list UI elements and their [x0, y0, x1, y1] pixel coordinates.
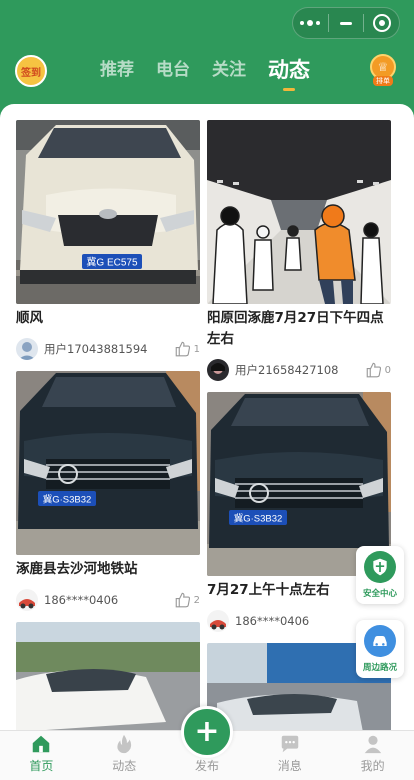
safety-center-button[interactable]: 安全中心: [356, 546, 404, 604]
minimize-button[interactable]: [329, 21, 364, 25]
ranking-badge-label: 排单: [373, 76, 393, 86]
like-count: 0: [384, 364, 391, 376]
feed-sheet: 冀G EC575 顺风 用户17043881594 1 冀G·S3B32 涿鹿县…: [0, 104, 414, 730]
nav-messages-label: 消息: [277, 759, 302, 773]
nearby-traffic-label: 周边路况: [362, 663, 397, 673]
nav-home-label: 首页: [29, 759, 54, 773]
username[interactable]: 用户21658427108: [235, 362, 365, 378]
plus-icon: +: [194, 714, 220, 749]
nav-home[interactable]: 首页: [0, 731, 83, 780]
feed-column-left: 冀G EC575 顺风 用户17043881594 1 冀G·S3B32 涿鹿县…: [16, 120, 200, 730]
card-meta: 用户21658427108 0: [207, 358, 391, 382]
ranking-badge-icon[interactable]: ♕ 排单: [368, 54, 398, 88]
signin-calendar-icon[interactable]: 签到: [15, 55, 47, 87]
user-icon: [364, 735, 381, 754]
more-dots-icon: [300, 20, 321, 26]
card-title: 顺风: [16, 310, 43, 326]
license-plate-text: 冀G·S3B32: [43, 494, 92, 506]
feed-card[interactable]: [16, 622, 200, 730]
comic-photo[interactable]: [207, 120, 391, 304]
close-button[interactable]: [364, 14, 399, 32]
tab-dynamic[interactable]: 动态: [268, 56, 310, 91]
feed-card[interactable]: 冀G·S3B32 涿鹿县去沙河地铁站 186****0406 2: [16, 371, 200, 612]
avatar[interactable]: [16, 338, 38, 360]
car-photo[interactable]: 冀G·S3B32: [16, 371, 200, 555]
avatar[interactable]: [16, 589, 38, 611]
tab-following[interactable]: 关注: [212, 56, 246, 84]
license-plate-text: 冀G EC575: [86, 256, 138, 269]
card-meta: 用户17043881594 1: [16, 337, 200, 361]
card-title: 涿鹿县去沙河地铁站: [16, 561, 138, 577]
nav-profile-label: 我的: [360, 759, 385, 773]
fire-icon: [117, 734, 132, 754]
feed-card[interactable]: 阳原回涿鹿7月27日下午四点左右 用户21658427108 0: [207, 120, 391, 382]
tab-recommend[interactable]: 推荐: [100, 56, 134, 84]
car-photo[interactable]: 冀G EC575: [16, 120, 200, 304]
signin-icon-label: 签到: [21, 67, 41, 79]
like-button[interactable]: 2: [174, 591, 200, 609]
card-meta: 186****0406 2: [16, 588, 200, 612]
thumbs-up-icon: [175, 592, 190, 608]
nearby-traffic-button[interactable]: 周边路况: [356, 620, 404, 678]
shield-icon: [364, 551, 396, 583]
more-menu-button[interactable]: [293, 20, 328, 26]
chat-icon: [281, 735, 299, 753]
car-icon: [364, 625, 396, 657]
license-plate-text: 冀G·S3B32: [234, 513, 283, 525]
tab-radio[interactable]: 电台: [156, 56, 190, 84]
avatar[interactable]: [207, 610, 229, 632]
feed-card[interactable]: 冀G EC575 顺风 用户17043881594 1: [16, 120, 200, 361]
nav-messages[interactable]: 消息: [248, 731, 331, 780]
publish-plus-button[interactable]: +: [181, 706, 233, 758]
thumbs-up-icon: [175, 341, 190, 357]
like-count: 1: [193, 343, 200, 355]
nav-dynamic-label: 动态: [112, 759, 137, 773]
avatar[interactable]: [207, 359, 229, 381]
app-header: 签到 推荐 电台 关注 动态 ♕ 排单: [0, 0, 414, 112]
safety-center-label: 安全中心: [362, 589, 397, 599]
card-title: 阳原回涿鹿7月27日下午四点左右: [207, 310, 384, 347]
target-icon: [372, 14, 391, 32]
home-icon: [33, 735, 50, 753]
username[interactable]: 用户17043881594: [44, 341, 174, 357]
thumbs-up-icon: [366, 362, 381, 378]
car-photo[interactable]: [16, 622, 200, 730]
top-tabs: 推荐 电台 关注 动态: [100, 56, 332, 92]
like-button[interactable]: 0: [365, 361, 391, 379]
nav-profile[interactable]: 我的: [331, 731, 414, 780]
nav-dynamic[interactable]: 动态: [83, 731, 166, 780]
like-button[interactable]: 1: [174, 340, 200, 358]
minus-icon: [340, 21, 352, 25]
like-count: 2: [193, 594, 200, 606]
mini-program-capsule: [292, 7, 400, 39]
nav-publish-label: 发布: [194, 759, 219, 773]
username[interactable]: 186****0406: [44, 593, 174, 607]
